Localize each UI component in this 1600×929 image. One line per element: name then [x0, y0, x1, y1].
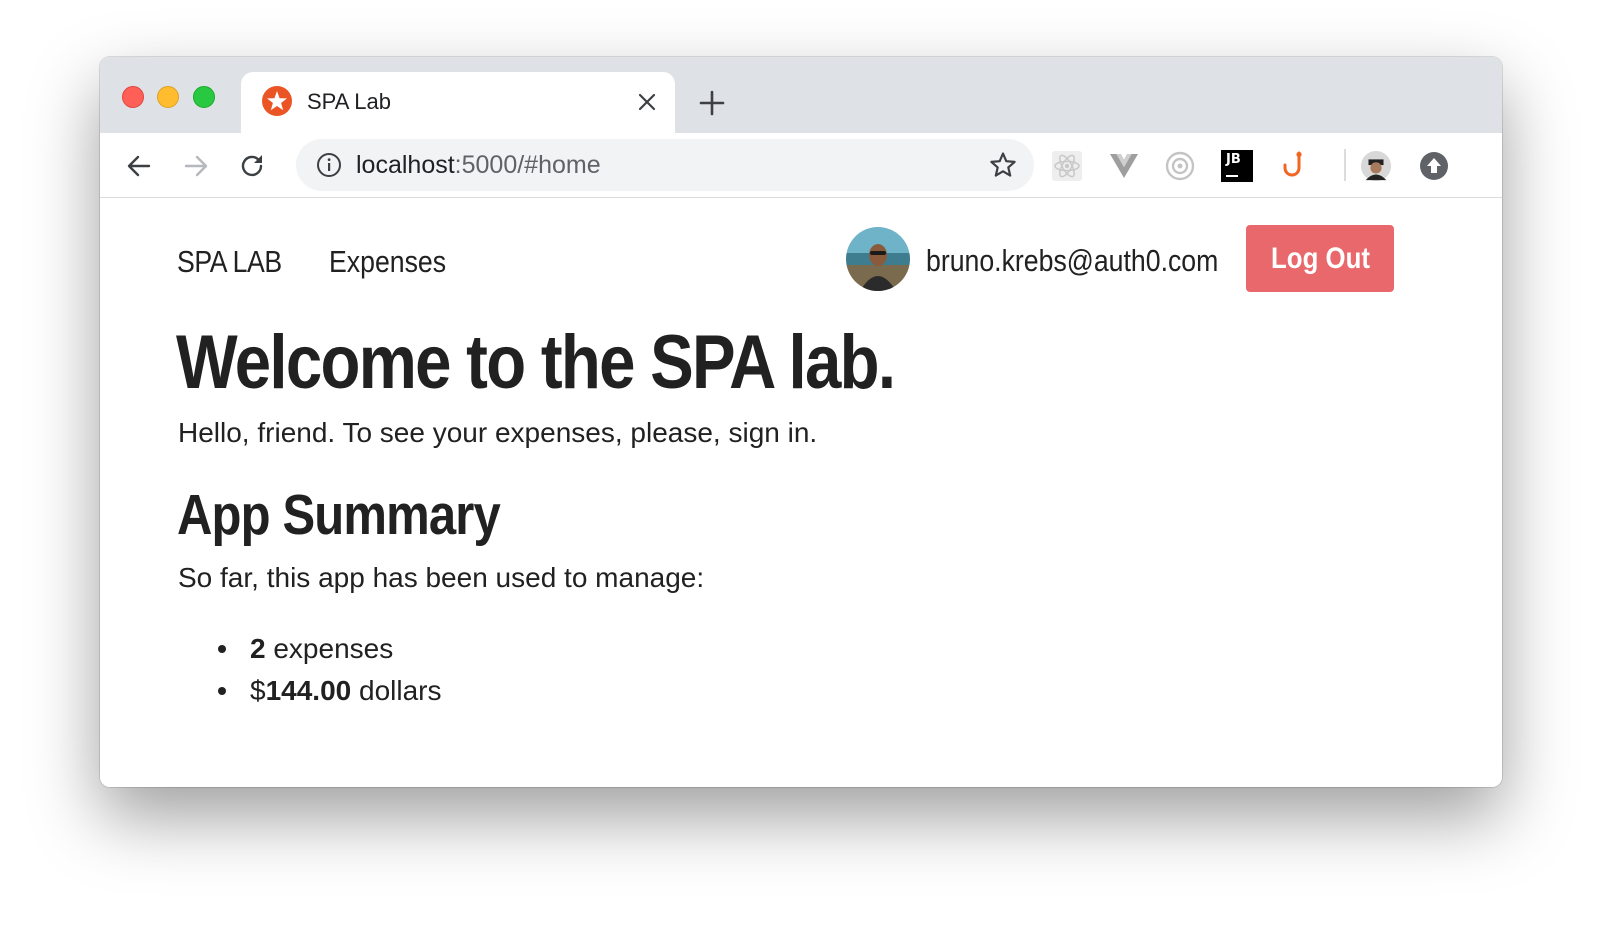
summary-intro: So far, this app has been used to manage… — [178, 562, 705, 593]
tab-title: SPA Lab — [307, 89, 391, 114]
user-avatar — [846, 227, 910, 291]
url-host: localhost — [356, 151, 455, 179]
logout-label: Log Out — [1270, 241, 1370, 275]
maximize-window-button[interactable] — [193, 86, 215, 108]
logout-button[interactable]: Log Out — [1246, 225, 1394, 292]
profile-avatar-icon[interactable] — [1360, 150, 1392, 182]
react-devtools-icon[interactable] — [1051, 150, 1083, 182]
expenses-label: expenses — [265, 633, 394, 664]
vue-devtools-icon[interactable] — [1108, 150, 1140, 182]
auth0-favicon-icon — [262, 86, 292, 116]
page-title: Welcome to the SPA lab. — [176, 320, 896, 405]
forward-arrow-icon[interactable] — [181, 151, 211, 181]
close-window-button[interactable] — [122, 86, 144, 108]
avatar-photo-icon — [846, 227, 910, 291]
new-tab-icon[interactable] — [698, 89, 726, 117]
capture-icon[interactable] — [1164, 150, 1196, 182]
navbar-brand[interactable]: SPA LAB — [177, 244, 282, 280]
close-tab-icon[interactable] — [635, 90, 659, 114]
browser-toolbar: localhost:5000/#home JB — [100, 133, 1502, 198]
url-text: localhost:5000/#home — [356, 150, 601, 180]
back-arrow-icon[interactable] — [124, 151, 154, 181]
hook-icon[interactable] — [1278, 150, 1310, 182]
toolbar-separator — [1344, 149, 1346, 181]
expenses-count: 2 — [250, 633, 266, 664]
welcome-text: Hello, friend. To see your expenses, ple… — [178, 417, 818, 448]
site-info-icon[interactable] — [316, 152, 342, 178]
nav-link-expenses[interactable]: Expenses — [329, 244, 446, 280]
dollars-prefix: $ — [250, 675, 266, 706]
update-icon[interactable] — [1418, 150, 1450, 182]
minimize-window-button[interactable] — [157, 86, 179, 108]
summary-item-dollars: $144.00 dollars — [218, 670, 441, 712]
browser-tab[interactable]: SPA Lab — [241, 72, 675, 133]
summary-list: 2 expenses $144.00 dollars — [218, 628, 441, 712]
summary-item-expenses: 2 expenses — [218, 628, 441, 670]
page-content: SPA LAB Expenses bruno.krebs@auth0.com L… — [100, 198, 1502, 787]
dollars-amount: 144.00 — [265, 675, 352, 706]
reload-icon[interactable] — [237, 151, 267, 181]
jetbrains-icon[interactable]: JB — [1221, 150, 1253, 182]
url-path: :5000/#home — [454, 151, 601, 179]
tab-strip: SPA Lab — [100, 57, 1502, 133]
dollars-label: dollars — [351, 675, 442, 706]
summary-heading: App Summary — [177, 483, 501, 547]
browser-window: SPA Lab localhost:5000/#home JB SPA LAB … — [100, 57, 1502, 787]
bookmark-star-icon[interactable] — [988, 150, 1018, 180]
user-email: bruno.krebs@auth0.com — [926, 243, 1219, 278]
address-bar[interactable]: localhost:5000/#home — [296, 139, 1034, 191]
